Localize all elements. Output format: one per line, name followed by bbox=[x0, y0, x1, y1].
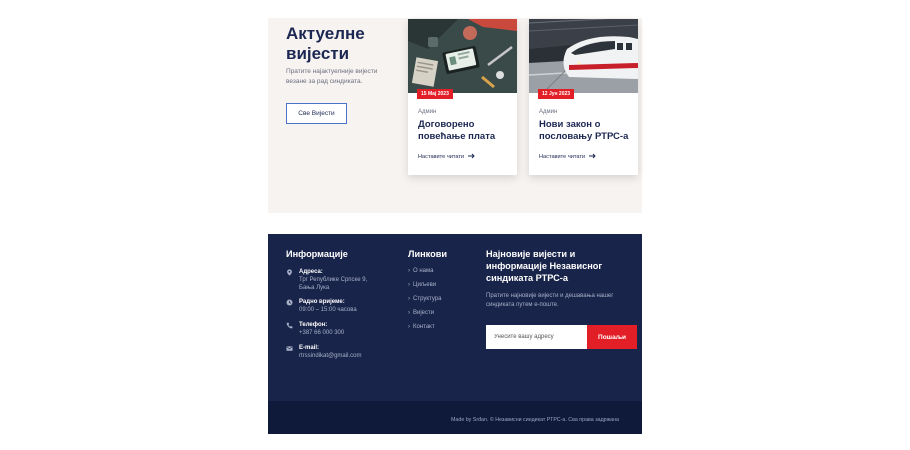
info-email: E-mail: rtrssindikat@gmail.com bbox=[286, 344, 379, 360]
hours-label: Радно вријеме: bbox=[299, 299, 345, 305]
footer-link-about[interactable]: › О нама bbox=[408, 268, 441, 275]
read-more-link[interactable]: Наставите читати bbox=[539, 153, 596, 161]
news-card-image-office[interactable] bbox=[408, 19, 517, 93]
chevron-right-icon: › bbox=[408, 268, 410, 274]
chevron-right-icon: › bbox=[408, 296, 410, 302]
phone-icon bbox=[286, 322, 293, 329]
links-heading: Линкови bbox=[408, 249, 448, 259]
info-hours: Радно вријеме: 09:00 – 15:00 часова bbox=[286, 298, 379, 314]
read-more-link[interactable]: Наставите читати bbox=[418, 153, 475, 161]
news-card-title[interactable]: Договорено повећање плата bbox=[418, 119, 513, 143]
footer-link-contact[interactable]: › Контакт bbox=[408, 324, 441, 331]
arrow-right-icon bbox=[589, 153, 596, 161]
news-card-category[interactable]: Админ bbox=[418, 109, 436, 115]
news-title: Актуелне вијести bbox=[286, 24, 365, 63]
newsletter-email-input[interactable] bbox=[486, 325, 588, 349]
all-news-button[interactable]: Све Вијести bbox=[286, 103, 347, 124]
chevron-right-icon: › bbox=[408, 282, 410, 288]
map-pin-icon bbox=[286, 269, 293, 276]
news-card-date: 12 Јун 2023 bbox=[538, 89, 575, 99]
footer-link-news[interactable]: › Вијести bbox=[408, 310, 441, 317]
news-card-date: 15 Мај 2023 bbox=[417, 89, 453, 99]
clock-icon bbox=[286, 299, 293, 306]
news-card[interactable]: 12 Јун 2023 Админ Нови закон о пословању… bbox=[529, 19, 638, 175]
info-phone: Телефон: +387 66 000 300 bbox=[286, 321, 379, 337]
email-value[interactable]: rtrssindikat@gmail.com bbox=[299, 352, 379, 360]
footer-link-structure[interactable]: › Структура bbox=[408, 296, 441, 303]
address-value: Трг Републике Српске 9, Бања Лука bbox=[299, 277, 368, 291]
address-label: Адреса: bbox=[299, 269, 323, 275]
news-card[interactable]: 15 Мај 2023 Админ Договорено повећање пл… bbox=[408, 19, 517, 175]
news-section: Актуелне вијести Пратите најактуелније в… bbox=[268, 18, 642, 213]
copyright-text: Made by Srđan. © Независни синдикат РТРС… bbox=[451, 417, 619, 423]
chevron-right-icon: › bbox=[408, 310, 410, 316]
newsletter-heading: Најновије вијести и информације Независн… bbox=[486, 249, 603, 283]
news-card-image-train[interactable] bbox=[529, 19, 638, 93]
footer-bottom-bar: Made by Srđan. © Независни синдикат РТРС… bbox=[268, 401, 642, 434]
site-footer: Информације Адреса: Трг Републике Српске… bbox=[268, 234, 642, 434]
phone-value[interactable]: +387 66 000 300 bbox=[299, 329, 379, 337]
chevron-right-icon: › bbox=[408, 324, 410, 330]
hours-value: 09:00 – 15:00 часова bbox=[299, 307, 357, 313]
news-subtitle: Пратите најактуелније вијести везане за … bbox=[286, 68, 378, 85]
email-label: E-mail: bbox=[299, 345, 320, 351]
arrow-right-icon bbox=[468, 153, 475, 161]
phone-label: Телефон: bbox=[299, 322, 328, 328]
read-more-label: Наставите читати bbox=[418, 154, 465, 160]
footer-links: › О нама › Циљеви › Структура › Вијести › Кон… bbox=[408, 268, 441, 338]
news-card-title[interactable]: Нови закон о пословању РТРС-а bbox=[539, 119, 634, 143]
news-card-category[interactable]: Админ bbox=[539, 109, 557, 115]
newsletter-text: Пратите најновије вијести и дешавања наш… bbox=[486, 293, 614, 308]
info-heading: Информације bbox=[286, 249, 348, 259]
mail-icon bbox=[286, 345, 293, 352]
page: Актуелне вијести Пратите најактуелније в… bbox=[0, 0, 910, 450]
read-more-label: Наставите читати bbox=[539, 154, 586, 160]
footer-link-goals[interactable]: › Циљеви bbox=[408, 282, 441, 289]
newsletter-send-button[interactable]: Пошаљи bbox=[587, 325, 637, 349]
info-address: Адреса: Трг Републике Српске 9, Бања Лук… bbox=[286, 268, 379, 292]
